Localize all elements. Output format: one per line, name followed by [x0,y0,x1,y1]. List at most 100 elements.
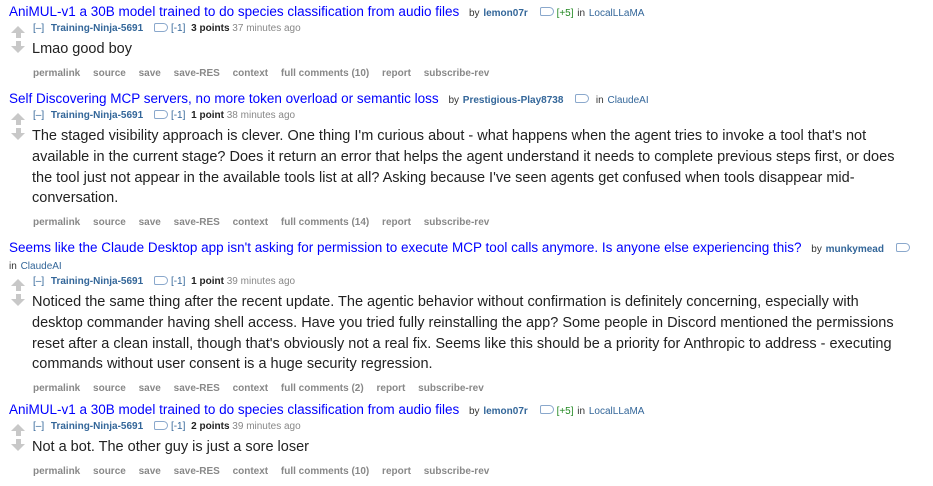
downvote-arrow-icon[interactable] [11,46,25,53]
downvote-arrow-icon[interactable] [11,133,25,140]
full-comments-button[interactable]: full comments (10) [281,466,369,477]
permalink-button[interactable]: permalink [33,383,80,394]
full-comments-button[interactable]: full comments (14) [281,217,369,228]
by-label: by [448,95,460,106]
context-button[interactable]: context [233,383,269,394]
vote-column [9,420,27,451]
by-label: by [811,244,822,255]
in-label: in [595,95,604,106]
report-button[interactable]: report [382,466,411,477]
collapse-toggle[interactable]: [–] [33,110,44,121]
upvote-arrow-icon[interactable] [11,26,25,33]
comment-entry: Seems like the Claude Desktop app isn't … [9,240,924,394]
save-res-button[interactable]: save-RES [174,383,220,394]
subreddit-link[interactable]: LocalLLaMA [589,8,645,19]
vote-column [9,275,27,306]
comment-entry: AniMUL-v1 a 30B model trained to do spec… [9,4,924,79]
save-button[interactable]: save [139,466,161,477]
tag-icon[interactable] [153,420,168,430]
comment: [–] Training-Ninja-5691 [-1] 1 point 39 … [9,275,924,394]
collapse-toggle[interactable]: [–] [33,276,44,287]
commenter-link[interactable]: Training-Ninja-5691 [51,23,143,34]
comment-buttons: permalink source save save-RES context f… [33,383,933,394]
comment-time: 39 minutes ago [232,421,301,432]
upvote-arrow-icon[interactable] [11,424,25,431]
save-res-button[interactable]: save-RES [174,217,220,228]
comment-tagline: [–] Training-Ninja-5691 [-1] 1 point 39 … [33,275,933,288]
subscribe-rev-button[interactable]: subscribe-rev [424,217,490,228]
op-author-link[interactable]: lemon07r [483,406,527,417]
subscribe-rev-button[interactable]: subscribe-rev [424,466,490,477]
op-author-link[interactable]: lemon07r [483,8,527,19]
save-res-button[interactable]: save-RES [174,466,220,477]
tag-icon[interactable] [895,242,910,252]
source-button[interactable]: source [93,68,126,79]
comment-buttons: permalink source save save-RES context f… [33,217,933,228]
op-author-link[interactable]: munkymead [826,244,884,255]
downvote-arrow-icon[interactable] [11,299,25,306]
subscribe-rev-button[interactable]: subscribe-rev [418,383,484,394]
collapse-toggle[interactable]: [–] [33,421,44,432]
commenter-link[interactable]: Training-Ninja-5691 [51,276,143,287]
comment-score: 3 points [191,23,230,34]
subreddit-link[interactable]: ClaudeAI [607,95,648,106]
save-res-button[interactable]: save-RES [174,68,220,79]
source-button[interactable]: source [93,466,126,477]
collapse-toggle[interactable]: [–] [33,23,44,34]
source-button[interactable]: source [93,217,126,228]
upvote-stem [15,431,21,436]
full-comments-button[interactable]: full comments (2) [281,383,364,394]
post-title-line: Self Discovering MCP servers, no more to… [9,91,924,108]
author-karma: [+5] [556,406,574,417]
post-title-link[interactable]: Seems like the Claude Desktop app isn't … [9,240,802,255]
comment-entry: Self Discovering MCP servers, no more to… [9,91,924,228]
downvote-arrow-icon[interactable] [11,444,25,451]
comment-buttons: permalink source save save-RES context f… [33,466,933,477]
tag-icon[interactable] [153,109,168,119]
post-title-link[interactable]: AniMUL-v1 a 30B model trained to do spec… [9,4,459,19]
permalink-button[interactable]: permalink [33,217,80,228]
user-flair: [-1] [170,23,186,34]
post-title-link[interactable]: Self Discovering MCP servers, no more to… [9,91,439,106]
comment-entry: AniMUL-v1 a 30B model trained to do spec… [9,402,924,477]
tag-icon[interactable] [575,93,590,103]
tag-icon[interactable] [153,275,168,285]
source-button[interactable]: source [93,383,126,394]
op-author-link[interactable]: Prestigious-Play8738 [463,95,564,106]
upvote-arrow-icon[interactable] [11,279,25,286]
report-button[interactable]: report [382,217,411,228]
context-button[interactable]: context [233,466,269,477]
report-button[interactable]: report [382,68,411,79]
tag-icon[interactable] [153,22,168,32]
comment-tagline: [–] Training-Ninja-5691 [-1] 3 points 37… [33,22,933,35]
comment-body: Noticed the same thing after the recent … [32,294,894,373]
upvote-arrow-icon[interactable] [11,113,25,120]
comment-score: 1 point [191,110,224,121]
context-button[interactable]: context [233,68,269,79]
report-button[interactable]: report [376,383,405,394]
author-karma: [+5] [556,8,574,19]
by-label: by [469,8,480,19]
post-title-line: AniMUL-v1 a 30B model trained to do spec… [9,4,924,21]
tag-icon[interactable] [539,404,554,414]
in-label: in [577,8,586,19]
tag-icon[interactable] [539,6,554,16]
comment-time: 39 minutes ago [226,276,296,287]
comment: [–] Training-Ninja-5691 [-1] 1 point 38 … [9,109,924,228]
user-flair: [-1] [170,276,186,287]
subreddit-link[interactable]: LocalLLaMA [589,406,645,417]
save-button[interactable]: save [139,217,161,228]
permalink-button[interactable]: permalink [33,466,80,477]
post-title-link[interactable]: AniMUL-v1 a 30B model trained to do spec… [9,402,459,417]
save-button[interactable]: save [139,383,161,394]
save-button[interactable]: save [139,68,161,79]
commenter-link[interactable]: Training-Ninja-5691 [51,110,143,121]
comment: [–] Training-Ninja-5691 [-1] 3 points 37… [9,22,924,79]
commenter-link[interactable]: Training-Ninja-5691 [51,421,143,432]
subreddit-link[interactable]: ClaudeAI [21,261,62,272]
permalink-button[interactable]: permalink [33,68,80,79]
context-button[interactable]: context [233,217,269,228]
subscribe-rev-button[interactable]: subscribe-rev [424,68,490,79]
comment-time: 37 minutes ago [232,23,301,34]
full-comments-button[interactable]: full comments (10) [281,68,369,79]
